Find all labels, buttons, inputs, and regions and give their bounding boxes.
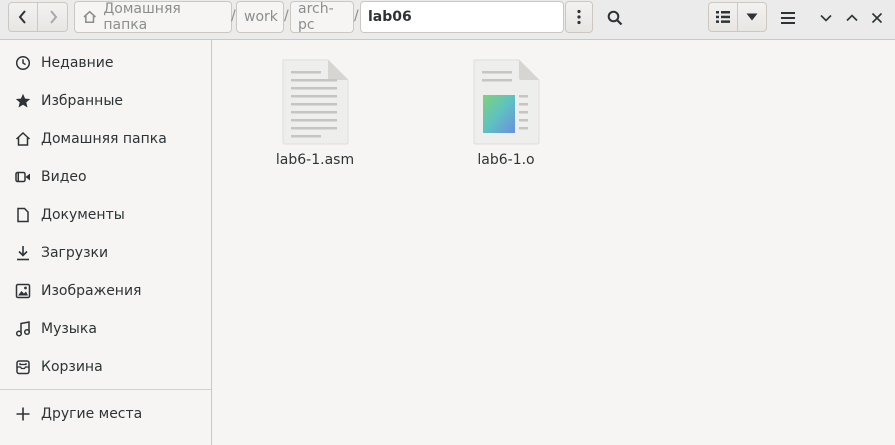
sidebar-item-videos[interactable]: Видео (0, 158, 211, 196)
breadcrumb-home-label: Домашняя папка (103, 1, 181, 33)
navigation-buttons (8, 2, 68, 32)
music-icon (14, 320, 32, 338)
sidebar-item-label: Домашняя папка (41, 131, 167, 147)
breadcrumb-separator: / (354, 8, 359, 24)
minimize-button[interactable] (816, 8, 836, 28)
file-name: lab6-1.o (477, 152, 535, 168)
view-options-button[interactable] (737, 2, 767, 32)
breadcrumb-item-arch-pc[interactable]: arch-pc (290, 1, 354, 33)
sidebar-item-label: Корзина (41, 359, 103, 375)
breadcrumb-item-label: work (244, 9, 278, 25)
breadcrumb-item-work[interactable]: work (236, 1, 284, 33)
hamburger-menu-icon (781, 12, 795, 24)
clock-icon (14, 54, 32, 72)
home-icon (14, 130, 32, 148)
sidebar-item-label: Изображения (41, 283, 142, 299)
chevron-right-icon (49, 10, 57, 24)
image-icon (14, 282, 32, 300)
back-button[interactable] (8, 2, 38, 32)
chevron-down-icon (820, 14, 832, 22)
sidebar-item-label: Недавние (41, 55, 114, 71)
breadcrumb-separator: / (231, 8, 236, 24)
sidebar-item-recent[interactable]: Недавние (0, 44, 211, 82)
sidebar-item-documents[interactable]: Документы (0, 196, 211, 234)
trash-icon (14, 358, 32, 376)
star-icon (14, 92, 32, 110)
chevron-up-icon (846, 14, 858, 22)
close-button[interactable] (867, 8, 887, 28)
search-button[interactable] (602, 7, 628, 29)
download-icon (14, 244, 32, 262)
sidebar-item-label: Избранные (41, 93, 123, 109)
search-icon (607, 10, 623, 26)
sidebar-item-label: Другие места (41, 406, 143, 422)
breadcrumb-current-label: lab06 (368, 9, 412, 25)
home-icon (83, 10, 96, 24)
sidebar-item-starred[interactable]: Избранные (0, 82, 211, 120)
sidebar-item-label: Загрузки (41, 245, 109, 261)
breadcrumb-item-label: arch-pc (298, 1, 334, 33)
list-view-icon (716, 11, 730, 23)
sidebar-item-pictures[interactable]: Изображения (0, 272, 211, 310)
sidebar-item-trash[interactable]: Корзина (0, 348, 211, 386)
dropdown-arrow-icon (746, 13, 758, 21)
plus-icon (14, 405, 32, 423)
view-toggle-button[interactable] (708, 2, 738, 32)
sidebar: Недавние Избранные Домашняя папка Видео … (0, 40, 212, 445)
sidebar-divider (0, 389, 211, 390)
forward-button[interactable] (38, 2, 68, 32)
text-file-icon (282, 59, 349, 145)
video-icon (14, 168, 32, 186)
file-item[interactable]: lab6-1.o (451, 58, 561, 168)
file-view: lab6-1.asm lab6-1.o (213, 40, 895, 445)
close-icon (871, 12, 883, 24)
sidebar-item-label: Видео (41, 169, 87, 185)
breadcrumb-separator: / (284, 8, 289, 24)
maximize-button[interactable] (842, 8, 862, 28)
path-menu-button[interactable] (565, 1, 593, 33)
breadcrumb-home[interactable]: Домашняя папка (74, 1, 232, 33)
document-icon (14, 206, 32, 224)
file-name: lab6-1.asm (275, 152, 355, 168)
sidebar-item-music[interactable]: Музыка (0, 310, 211, 348)
main-menu-button[interactable] (776, 7, 800, 29)
sidebar-item-label: Документы (41, 207, 125, 223)
sidebar-item-home[interactable]: Домашняя папка (0, 120, 211, 158)
sidebar-item-other-locations[interactable]: Другие места (0, 395, 211, 433)
header-bar: Домашняя папка / work / arch-pc / lab06 (0, 0, 895, 40)
sidebar-item-label: Музыка (41, 321, 97, 337)
sidebar-item-downloads[interactable]: Загрузки (0, 234, 211, 272)
chevron-left-icon (18, 10, 26, 24)
object-file-icon (473, 59, 540, 145)
more-vertical-icon (577, 9, 581, 25)
breadcrumb-current[interactable]: lab06 (360, 1, 564, 33)
file-item[interactable]: lab6-1.asm (260, 58, 370, 168)
